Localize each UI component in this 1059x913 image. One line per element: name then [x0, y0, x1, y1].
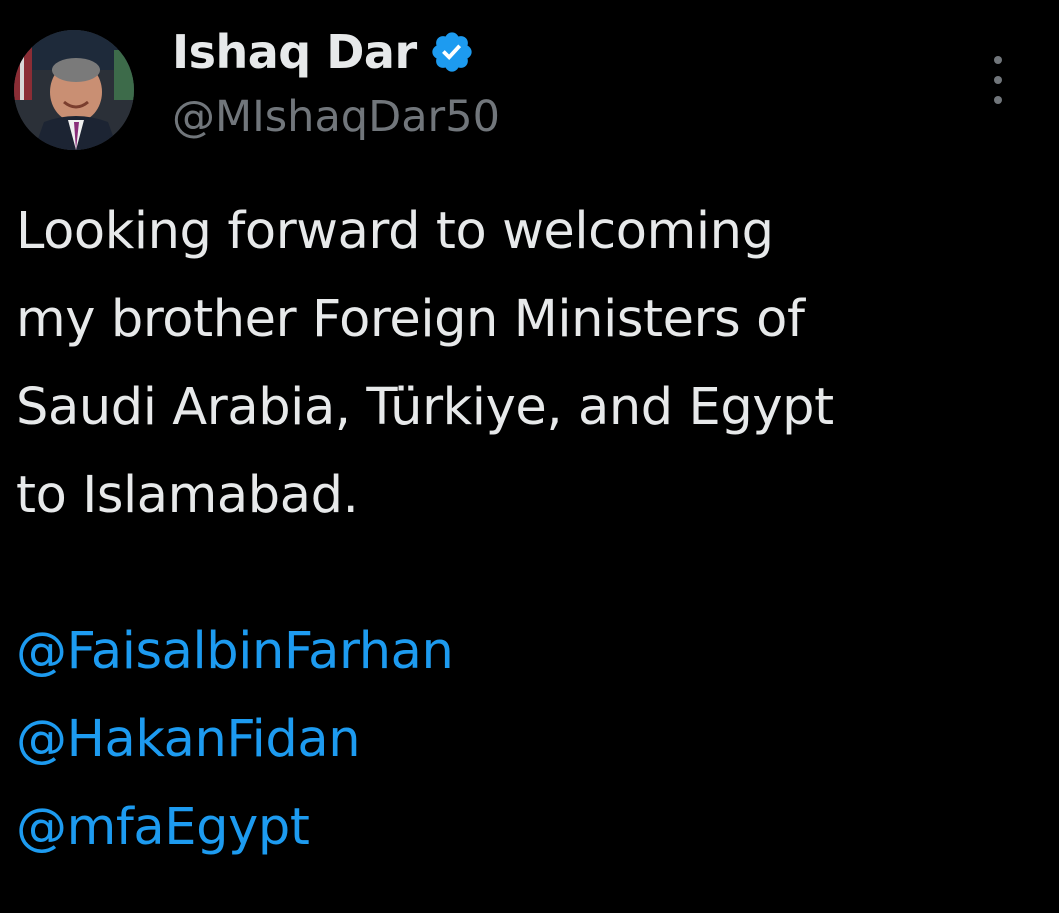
more-vertical-icon [994, 96, 1002, 104]
more-vertical-icon [994, 56, 1002, 64]
author-name-row: Ishaq Dar [172, 22, 475, 82]
author-handle[interactable]: @MIshaqDar50 [172, 92, 500, 142]
tweet-mentions: @FaisalbinFarhan @HakanFidan @mfaEgypt [16, 608, 454, 872]
avatar[interactable] [14, 30, 134, 150]
mention-link-faisalbinfarhan[interactable]: @FaisalbinFarhan [16, 608, 454, 696]
tweet-text: Looking forward to welcoming my brother … [16, 188, 1016, 540]
tweet-text-line: to Islamabad. [16, 466, 359, 525]
profile-photo-icon [14, 30, 134, 150]
more-options-button[interactable] [982, 56, 1014, 104]
mention-link-hakanfidan[interactable]: @HakanFidan [16, 696, 453, 784]
tweet-text-line: Looking forward to welcoming [16, 202, 774, 261]
tweet-card: Ishaq Dar @MIshaqDar50 Looking forward t… [0, 0, 1059, 913]
verified-badge-icon[interactable] [429, 29, 475, 75]
tweet-text-line: my brother Foreign Ministers of [16, 290, 805, 349]
mention-link-mfaegypt[interactable]: @mfaEgypt [16, 784, 453, 872]
more-vertical-icon [994, 76, 1002, 84]
tweet-text-line: Saudi Arabia, Türkiye, and Egypt [16, 378, 834, 437]
author-display-name[interactable]: Ishaq Dar [172, 25, 417, 79]
